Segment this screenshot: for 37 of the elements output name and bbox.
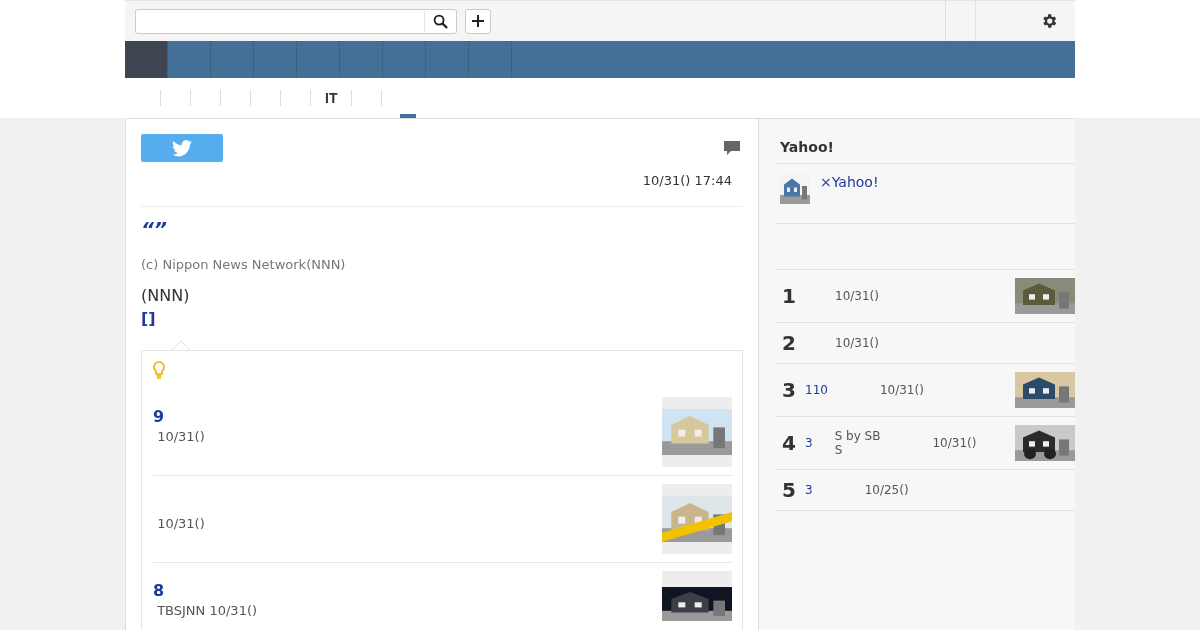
search-field[interactable] bbox=[135, 8, 425, 34]
ranking-date: 10/25() bbox=[864, 483, 909, 497]
bird-icon bbox=[172, 139, 192, 157]
article-link[interactable]: [] bbox=[141, 309, 743, 328]
sidebar-heading: Yahoo! bbox=[775, 139, 1075, 164]
tweet-button[interactable] bbox=[141, 134, 223, 162]
publish-date: 10/31() 17:44 bbox=[641, 172, 733, 190]
category-link[interactable]: IT bbox=[310, 90, 352, 106]
related-meta: 10/31() bbox=[156, 516, 205, 531]
related-meta: TBSJNN 10/31() bbox=[156, 603, 258, 618]
comment-icon[interactable] bbox=[723, 140, 741, 156]
rank-number: 5 bbox=[782, 478, 797, 502]
nav-tab[interactable] bbox=[125, 41, 168, 78]
ranking-title[interactable]: 3 bbox=[805, 483, 813, 497]
ranking-title[interactable]: 110 bbox=[805, 383, 828, 397]
ranking-date: 10/31() bbox=[835, 336, 879, 350]
rank-number: 3 bbox=[782, 378, 797, 402]
headline: “” bbox=[141, 217, 168, 241]
ranking-date: 10/31() bbox=[879, 383, 924, 397]
add-button[interactable] bbox=[465, 8, 491, 34]
search-button[interactable] bbox=[425, 8, 457, 34]
promo-link[interactable]: ×Yahoo! bbox=[820, 174, 879, 223]
related-title[interactable]: 9 bbox=[153, 407, 165, 426]
search-icon bbox=[433, 13, 448, 29]
ranking-title[interactable]: 3 bbox=[805, 436, 813, 450]
related-title[interactable]: 8 bbox=[153, 581, 165, 600]
ranking-date: 10/31() bbox=[835, 289, 879, 303]
rank-number: 4 bbox=[782, 431, 797, 455]
plus-icon bbox=[472, 15, 484, 27]
lightbulb-icon bbox=[153, 361, 165, 379]
related-meta: 10/31() bbox=[156, 429, 205, 444]
rank-number: 1 bbox=[782, 284, 797, 308]
photo-credit: (c) Nippon News Network(NNN) bbox=[141, 257, 347, 272]
rank-number: 2 bbox=[782, 331, 797, 355]
ranking-date: 10/31() bbox=[932, 436, 977, 450]
article-text: (NNN) bbox=[141, 286, 191, 305]
ranking-source: S by SB S bbox=[834, 429, 881, 457]
